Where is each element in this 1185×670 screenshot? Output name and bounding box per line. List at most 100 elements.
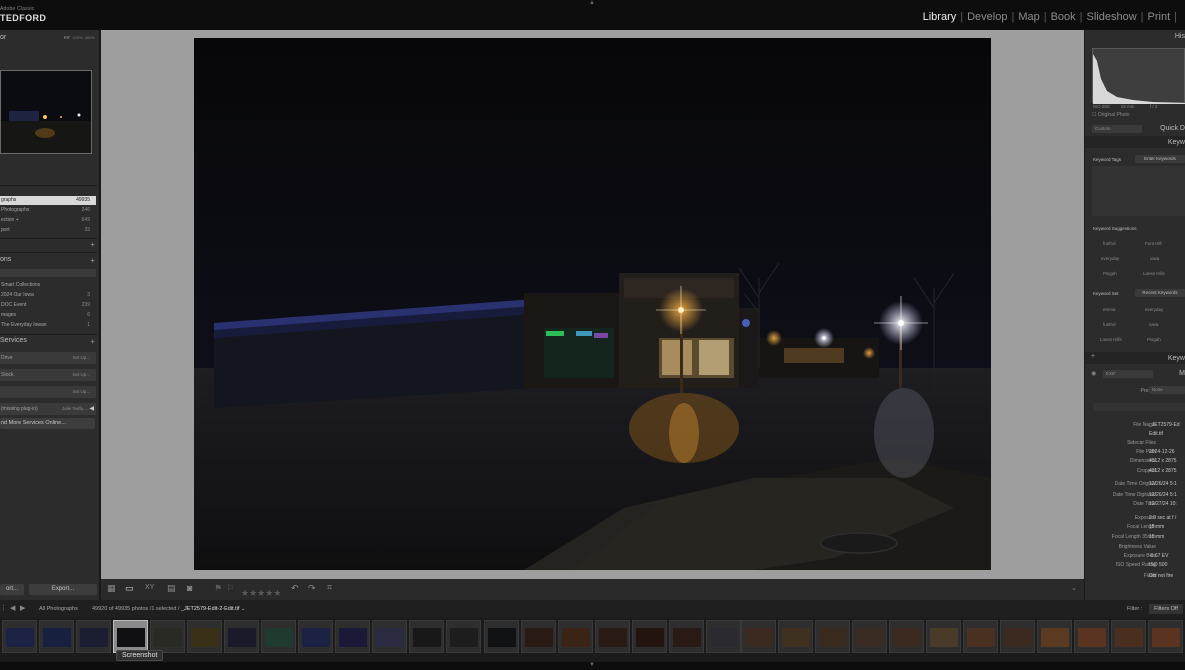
filmstrip-thumbnail[interactable] <box>261 620 296 653</box>
catalog-item-all-synced[interactable]: Photographs 246 <box>0 206 96 215</box>
collapse-top-icon[interactable]: ▲ <box>589 0 595 6</box>
filmstrip-thumbnail[interactable] <box>335 620 370 653</box>
keyword-list-title[interactable]: Keyw <box>1168 355 1185 362</box>
filmstrip-thumbnail[interactable] <box>778 620 813 653</box>
filmstrip-filename[interactable]: _JET2579-Edit-2-Edit.tif <box>181 606 239 612</box>
collections-header[interactable]: ons + <box>0 256 97 268</box>
zoom-400[interactable]: 400% <box>85 35 95 40</box>
filmstrip-thumbnail[interactable] <box>1074 620 1109 653</box>
histogram-title[interactable]: His <box>1175 33 1185 40</box>
enter-keywords-select[interactable]: Enter Keywords <box>1135 155 1185 163</box>
toolbar-menu-icon[interactable]: ⌄ <box>1071 584 1077 592</box>
filmstrip-thumbnail[interactable] <box>595 620 630 653</box>
recent-keyword-chip[interactable]: iowa <box>1149 322 1158 327</box>
filmstrip-thumbnail[interactable] <box>1000 620 1035 653</box>
recent-keyword-chip[interactable]: funfrol <box>1103 322 1116 327</box>
collections-filter-input[interactable] <box>0 269 96 277</box>
suggestion-chip[interactable]: Loess Hills <box>1143 271 1165 276</box>
filmstrip-thumbnail[interactable] <box>76 620 111 653</box>
module-print[interactable]: Print <box>1144 11 1175 23</box>
module-map[interactable]: Map <box>1014 11 1043 23</box>
filmstrip-thumbnail[interactable] <box>484 620 519 653</box>
grid-nav-icon[interactable]: ⋮ <box>0 604 7 612</box>
filmstrip-thumbnail[interactable] <box>669 620 704 653</box>
filmstrip-thumbnail[interactable] <box>963 620 998 653</box>
saved-preset-select[interactable]: Custom <box>1092 125 1142 133</box>
crop-overlay-icon[interactable]: ⌗ <box>327 582 332 593</box>
add-keyword-icon[interactable]: + <box>1091 353 1095 360</box>
add-folder-icon[interactable]: + <box>90 240 95 249</box>
folders-header[interactable]: + <box>0 240 97 252</box>
filmstrip-thumbnail[interactable] <box>889 620 924 653</box>
add-service-icon[interactable]: + <box>90 337 95 346</box>
filmstrip-thumbnail[interactable] <box>187 620 222 653</box>
module-book[interactable]: Book <box>1047 11 1080 23</box>
module-library[interactable]: Library <box>919 11 961 23</box>
flag-pick-icon[interactable]: ⚑ <box>214 583 222 594</box>
filmstrip-thumbnail[interactable] <box>521 620 556 653</box>
publish-service-row[interactable]: Drive Set Up... <box>0 352 96 364</box>
catalog-item-quick-collection[interactable]: ection + 649 <box>0 216 96 225</box>
metadata-title[interactable]: M <box>1179 370 1185 377</box>
collection-item[interactable]: The Everyday Iowan 1 <box>0 321 96 330</box>
recent-keyword-chip[interactable]: everyday <box>1145 307 1163 312</box>
keywording-title[interactable]: Keyw <box>1168 139 1185 146</box>
find-more-services-button[interactable]: nd More Services Online... <box>0 418 95 429</box>
histogram[interactable] <box>1092 48 1185 104</box>
export-button[interactable]: Export... <box>29 584 97 595</box>
suggestion-chip[interactable]: iowa <box>1150 256 1159 261</box>
filmstrip-thumbnail[interactable] <box>2 620 37 653</box>
collapse-bottom-icon[interactable]: ▼ <box>589 662 595 668</box>
filmstrip-thumbnail[interactable] <box>1148 620 1183 653</box>
filmstrip-thumbnail[interactable] <box>632 620 667 653</box>
filmstrip-thumbnail[interactable] <box>741 620 776 653</box>
expand-arrow-icon[interactable]: ◀ <box>89 403 94 415</box>
rotate-right-icon[interactable]: ↷ <box>308 583 316 594</box>
publish-service-row[interactable]: Stock Set Up... <box>0 369 96 381</box>
suggestion-chip[interactable]: Font Hill <box>1145 241 1162 246</box>
people-view-icon[interactable]: ◙ <box>187 583 192 593</box>
filmstrip-source[interactable]: All Photographs <box>39 606 78 612</box>
service-setup-button[interactable]: Set Up... <box>72 352 90 364</box>
catalog-item-previous-import[interactable]: port 33 <box>0 226 96 235</box>
collection-item[interactable]: Smart Collections <box>0 281 96 290</box>
catalog-item-all-photographs[interactable]: graphs 49935 <box>0 196 96 205</box>
service-setup-button[interactable]: Set Up... <box>72 386 90 398</box>
publish-services-header[interactable]: Services + <box>0 337 97 349</box>
recent-keyword-chip[interactable]: emma <box>1103 307 1116 312</box>
filmstrip-thumbnail[interactable] <box>224 620 259 653</box>
filmstrip-thumbnail[interactable] <box>558 620 593 653</box>
metadata-preset-select[interactable]: None <box>1149 386 1185 394</box>
zoom-100[interactable]: 100% <box>72 35 82 40</box>
grid-view-icon[interactable]: ▦ <box>107 583 116 594</box>
collection-item[interactable]: mages 6 <box>0 311 96 320</box>
filmstrip-thumbnail[interactable] <box>150 620 185 653</box>
zoom-fit[interactable]: FIT <box>64 35 70 40</box>
suggestion-chip[interactable]: everyday <box>1101 256 1119 261</box>
main-photo[interactable] <box>194 38 991 570</box>
rotate-left-icon[interactable]: ↶ <box>291 583 299 594</box>
service-setup-button[interactable]: Set Up... <box>72 369 90 381</box>
module-develop[interactable]: Develop <box>963 11 1011 23</box>
collection-item[interactable]: DOC Event 239 <box>0 301 96 310</box>
recent-keyword-chip[interactable]: Pisgah <box>1147 337 1161 342</box>
metadata-view-select[interactable]: EXIF <box>1103 370 1153 378</box>
filmstrip-thumbnail[interactable] <box>446 620 481 653</box>
compare-view-icon[interactable]: XY <box>145 584 154 591</box>
keyword-tags-field[interactable] <box>1092 166 1185 216</box>
filmstrip-thumbnail[interactable] <box>852 620 887 653</box>
publish-service-row[interactable]: Set Up... <box>0 386 96 398</box>
survey-view-icon[interactable]: ▤ <box>167 583 176 594</box>
filmstrip-thumbnail[interactable] <box>409 620 444 653</box>
navigator-preview[interactable] <box>0 70 92 154</box>
filmstrip-thumbnail[interactable] <box>113 620 148 653</box>
filmstrip-thumbnail[interactable] <box>298 620 333 653</box>
collection-item[interactable]: 2024 Our Iowa 3 <box>0 291 96 300</box>
quick-develop-title[interactable]: Quick D <box>1160 125 1185 132</box>
forward-arrow-icon[interactable]: ▶ <box>20 604 25 612</box>
keyword-set-select[interactable]: Recent Keywords <box>1135 289 1185 297</box>
filter-select[interactable]: Filters Off <box>1149 604 1183 614</box>
publish-service-row[interactable]: (missing plug-in) Julie Tedfo... ◀ <box>0 403 96 415</box>
recent-keyword-chip[interactable]: Loess Hills <box>1100 337 1122 342</box>
service-setup-button[interactable]: Julie Tedfo... <box>62 403 87 415</box>
